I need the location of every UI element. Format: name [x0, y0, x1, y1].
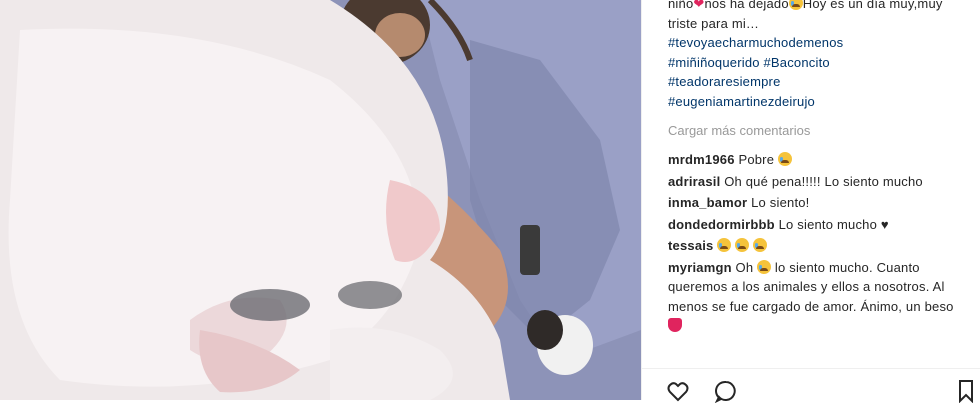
post-caption: niño❤nos ha dejado Hoy es un día muy,muy … [668, 0, 968, 111]
comment-username[interactable]: adrirasil [668, 174, 720, 189]
comment-username[interactable]: tessais [668, 238, 714, 253]
heart-emoji-icon: ❤ [693, 0, 705, 11]
comment-username[interactable]: mrdm1966 [668, 152, 735, 167]
comment-text: Pobre [738, 152, 775, 167]
hashtag-link[interactable]: #teadoraresiempre [668, 72, 968, 92]
crying-face-emoji-icon [777, 152, 792, 166]
comment-text: Lo siento! [751, 195, 810, 210]
comment-item: myriamgn Oh lo siento mucho. Cuanto quer… [668, 258, 968, 336]
pig-photo-illustration [0, 0, 641, 400]
hashtag-link[interactable]: #eugeniamartinezdeirujo [668, 92, 968, 112]
caption-text-mid: nos ha dejado [704, 0, 789, 11]
comment-item: dondedormirbbb Lo siento mucho ♥ [668, 215, 968, 235]
red-heart-emoji-icon [668, 318, 682, 332]
comment-text: Oh qué pena!!!!! Lo siento mucho [724, 173, 923, 189]
comment-item: tessais [668, 236, 968, 256]
load-more-comments-button[interactable]: Cargar más comentarios [668, 123, 810, 138]
crying-face-emoji-icon [752, 238, 767, 252]
post-photo [0, 0, 641, 400]
hashtag-link[interactable]: #tevoyaecharmuchodemenos [668, 33, 968, 53]
crying-face-emoji-icon [717, 238, 732, 252]
comment-username[interactable]: dondedormirbbb [668, 217, 775, 232]
comment-username[interactable]: myriamgn [668, 260, 732, 275]
comment-item: mrdm1966 Pobre [668, 150, 968, 170]
comment-text: Lo siento mucho ♥ [778, 216, 889, 232]
comment-bubble-icon[interactable] [714, 379, 738, 403]
comment-item: adrirasil Oh qué pena!!!!! Lo siento muc… [668, 172, 968, 192]
bookmark-icon[interactable] [954, 379, 978, 403]
caption-text-start: niño [668, 0, 694, 11]
comment-username[interactable]: inma_bamor [668, 195, 747, 210]
post-actions-bar [642, 368, 980, 403]
hashtag-link[interactable]: #miñiñoquerido #Baconcito [668, 53, 968, 73]
crying-face-emoji-icon [735, 238, 750, 252]
crying-face-emoji-icon [757, 259, 772, 274]
comments-list: mrdm1966 Pobre adrirasil Oh qué pena!!!!… [668, 150, 968, 338]
post-sidebar: niño❤nos ha dejado Hoy es un día muy,muy … [641, 0, 980, 403]
heart-outline-icon[interactable] [666, 379, 690, 403]
comment-text: Oh [735, 259, 754, 275]
crying-face-emoji-icon [788, 0, 803, 10]
comment-item: inma_bamor Lo siento! [668, 193, 968, 213]
